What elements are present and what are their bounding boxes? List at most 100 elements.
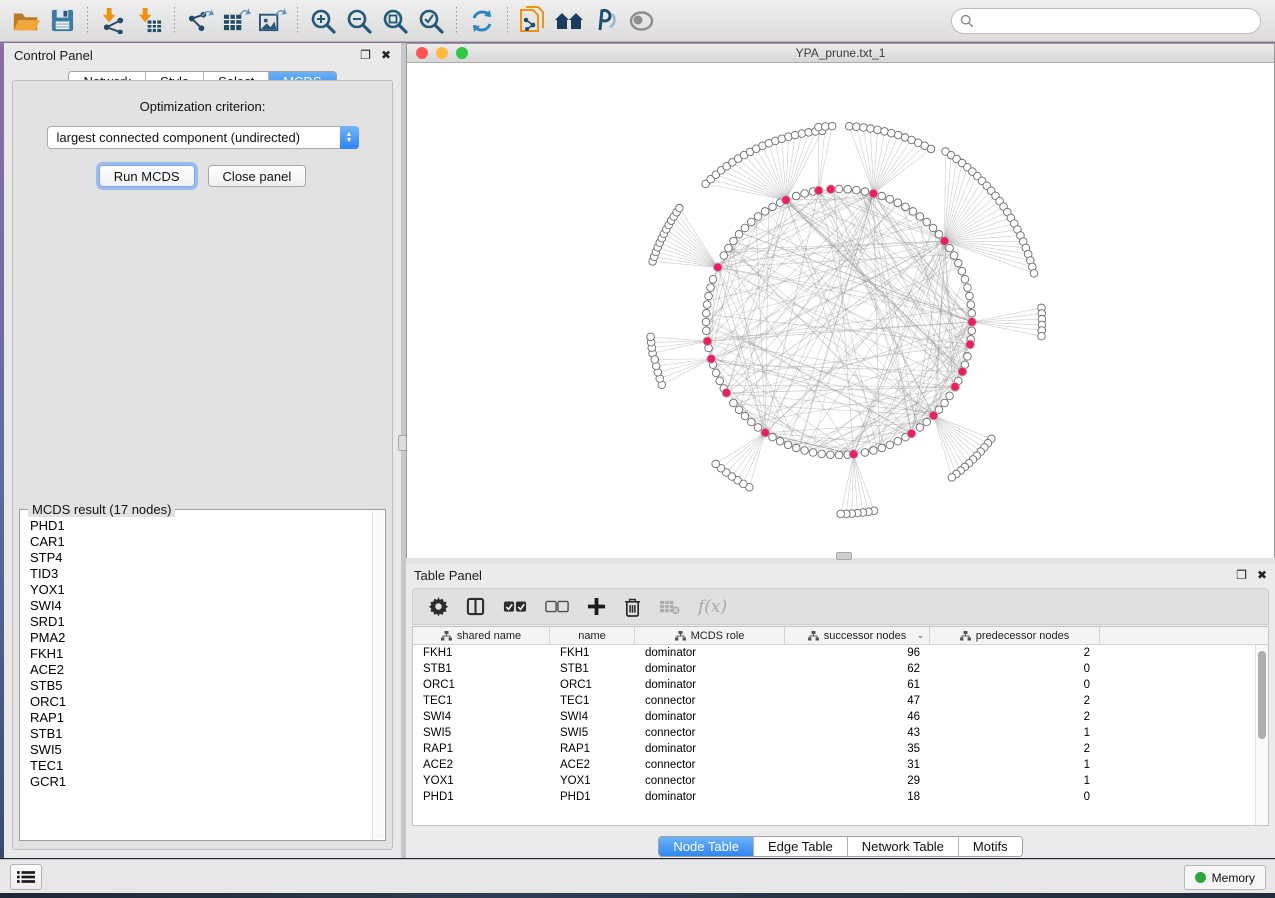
ring-node[interactable] [748, 418, 756, 426]
close-panel-icon[interactable]: ✖ [1257, 569, 1267, 581]
mcds-node[interactable] [826, 185, 835, 194]
column-header-name[interactable]: name [550, 627, 635, 644]
ring-node[interactable] [730, 237, 738, 245]
ring-node[interactable] [776, 437, 784, 445]
delete-column-button[interactable] [624, 597, 641, 617]
leaf-node[interactable] [881, 128, 889, 136]
mcds-result-item[interactable]: STB1 [30, 726, 372, 742]
table-row[interactable]: ORC1ORC1dominator610 [413, 677, 1255, 693]
search-input[interactable] [974, 14, 1252, 28]
zoom-fit-button[interactable] [377, 4, 413, 38]
ring-node[interactable] [886, 441, 894, 449]
mcds-result-item[interactable]: SWI4 [30, 598, 372, 614]
leaf-node[interactable] [798, 130, 806, 138]
ring-node[interactable] [792, 444, 800, 452]
table-row[interactable]: RAP1RAP1dominator352 [413, 741, 1255, 757]
table-row[interactable]: ACE2ACE2connector311 [413, 757, 1255, 773]
show-column-button[interactable] [466, 597, 485, 616]
table-row[interactable]: TEC1TEC1connector472 [413, 693, 1255, 709]
task-history-button[interactable] [10, 864, 42, 890]
network-from-file-button[interactable] [515, 4, 551, 38]
leaf-node[interactable] [676, 204, 684, 212]
import-table-button[interactable] [131, 4, 167, 38]
leaf-node[interactable] [927, 145, 935, 153]
mcds-node[interactable] [958, 367, 967, 376]
open-session-button[interactable] [8, 4, 44, 38]
mcds-node[interactable] [761, 428, 770, 437]
mcds-node[interactable] [951, 382, 960, 391]
mcds-node[interactable] [703, 337, 712, 346]
deselect-all-button[interactable] [545, 600, 569, 614]
zoom-in-button[interactable] [305, 4, 341, 38]
leaf-node[interactable] [948, 474, 956, 482]
ring-node[interactable] [703, 301, 711, 309]
ring-node[interactable] [702, 327, 710, 335]
ring-node[interactable] [966, 292, 974, 300]
tab-edge-table[interactable]: Edge Table [754, 837, 848, 856]
close-panel-button[interactable]: Close panel [208, 165, 307, 187]
mcds-result-item[interactable]: PHD1 [30, 518, 372, 534]
ring-node[interactable] [730, 399, 738, 407]
hide-graphics-button[interactable] [587, 4, 623, 38]
ring-node[interactable] [720, 252, 728, 260]
leaf-node[interactable] [651, 356, 659, 364]
mcds-result-item[interactable]: ACE2 [30, 662, 372, 678]
ring-node[interactable] [916, 213, 924, 221]
mcds-node[interactable] [869, 189, 878, 198]
ring-node[interactable] [712, 369, 720, 377]
leaf-node[interactable] [860, 124, 868, 132]
save-session-button[interactable] [44, 4, 80, 38]
mcds-result-item[interactable]: TID3 [30, 566, 372, 582]
ring-node[interactable] [923, 218, 931, 226]
ring-node[interactable] [878, 192, 886, 200]
ring-node[interactable] [894, 437, 902, 445]
ring-node[interactable] [769, 433, 777, 441]
mcds-node[interactable] [929, 411, 938, 420]
ring-node[interactable] [784, 441, 792, 449]
splitter-handle[interactable] [836, 552, 852, 560]
ring-node[interactable] [916, 424, 924, 432]
zoom-out-button[interactable] [341, 4, 377, 38]
mcds-result-list[interactable]: PHD1CAR1STP4TID3YOX1SWI4SRD1PMA2FKH1ACE2… [21, 518, 372, 839]
mcds-result-scrollbar[interactable] [372, 511, 384, 839]
mcds-result-item[interactable]: CAR1 [30, 534, 372, 550]
ring-node[interactable] [946, 392, 954, 400]
tab-node-table[interactable]: Node Table [659, 837, 754, 856]
export-image-button[interactable] [254, 4, 290, 38]
leaf-node[interactable] [1030, 270, 1038, 278]
select-all-button[interactable] [503, 600, 527, 614]
ring-node[interactable] [902, 203, 910, 211]
ring-node[interactable] [818, 450, 826, 458]
tab-motifs[interactable]: Motifs [959, 837, 1022, 856]
mcds-result-item[interactable]: STP4 [30, 550, 372, 566]
mcds-result-item[interactable]: TEC1 [30, 758, 372, 774]
ring-node[interactable] [954, 259, 962, 267]
criterion-dropdown[interactable]: largest connected component (undirected)… [47, 126, 359, 149]
ring-node[interactable] [809, 449, 817, 457]
ring-node[interactable] [709, 275, 717, 283]
add-column-button[interactable] [587, 597, 606, 616]
mcds-node[interactable] [966, 340, 975, 349]
ring-node[interactable] [941, 399, 949, 407]
ring-node[interactable] [853, 186, 861, 194]
ring-node[interactable] [878, 444, 886, 452]
mcds-result-item[interactable]: GCR1 [30, 774, 372, 790]
column-header-successor-nodes[interactable]: successor nodes⌄ [785, 627, 930, 644]
ring-node[interactable] [702, 310, 710, 318]
leaf-node[interactable] [712, 460, 720, 468]
mcds-node[interactable] [968, 318, 977, 327]
network-window-titlebar[interactable]: YPA_prune.txt_1 [407, 44, 1274, 63]
table-row[interactable]: SWI5SWI5connector431 [413, 725, 1255, 741]
mcds-result-item[interactable]: STB5 [30, 678, 372, 694]
leaf-node[interactable] [805, 129, 813, 137]
mcds-result-item[interactable]: ORC1 [30, 694, 372, 710]
column-header-shared-name[interactable]: shared name [413, 627, 550, 644]
ring-node[interactable] [968, 310, 976, 318]
ring-node[interactable] [894, 199, 902, 207]
zoom-selected-button[interactable] [413, 4, 449, 38]
leaf-node[interactable] [837, 510, 845, 518]
ring-node[interactable] [968, 327, 976, 335]
mcds-result-item[interactable]: FKH1 [30, 646, 372, 662]
ring-node[interactable] [844, 185, 852, 193]
column-header-predecessor-nodes[interactable]: predecessor nodes [930, 627, 1100, 644]
